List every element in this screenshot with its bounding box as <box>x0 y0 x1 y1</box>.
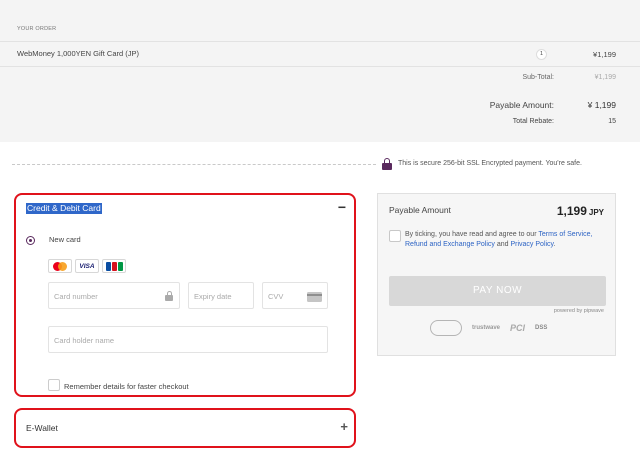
payable-amount-value: ¥ 1,199 <box>587 100 616 110</box>
pay-now-button[interactable]: PAY NOW <box>389 276 606 306</box>
total-rebate-label: Total Rebate: <box>512 118 554 125</box>
ewallet-label[interactable]: E-Wallet <box>26 423 58 433</box>
new-card-radio[interactable] <box>26 236 35 245</box>
visa-icon: VISA <box>75 259 99 273</box>
order-item-qty: 1 <box>536 49 547 60</box>
card-number-input[interactable]: Card number <box>48 282 180 309</box>
security-badges: trustwave PCI DSS <box>430 320 547 336</box>
secure-payment-text: This is secure 256-bit SSL Encrypted pay… <box>398 160 582 167</box>
secure-divider <box>12 164 376 165</box>
currency-code: JPY <box>588 208 604 217</box>
terms-text: By ticking, you have read and agree to o… <box>405 230 606 249</box>
divider <box>0 41 640 42</box>
mastercard-icon <box>48 259 72 273</box>
card-holder-placeholder: Card holder name <box>54 336 115 345</box>
card-number-placeholder: Card number <box>54 292 98 301</box>
order-summary: YOUR ORDER WebMoney 1,000YEN Gift Card (… <box>0 0 640 142</box>
expiry-date-input[interactable]: Expiry date <box>188 282 254 309</box>
subtotal-value: ¥1,199 <box>594 74 616 81</box>
expiry-date-placeholder: Expiry date <box>194 292 232 301</box>
cvv-placeholder: CVV <box>268 292 284 301</box>
terms-prefix: By ticking, you have read and agree to o… <box>405 231 539 238</box>
card-payment-section: Credit & Debit Card − New card VISA Card… <box>14 193 356 397</box>
terms-mid: and <box>494 240 511 248</box>
ewallet-section[interactable]: E-Wallet + <box>14 408 356 448</box>
payable-amount-label: Payable Amount: <box>489 100 554 110</box>
card-section-title[interactable]: Credit & Debit Card <box>26 203 102 214</box>
lock-icon <box>382 158 392 170</box>
lock-icon <box>165 291 173 301</box>
payment-panel: Payable Amount 1,199 JPY By ticking, you … <box>377 193 616 356</box>
total-rebate-value: 15 <box>608 118 616 125</box>
pci-logo: PCI <box>510 323 526 333</box>
subtotal-label: Sub-Total: <box>522 74 554 81</box>
order-item-price: ¥1,199 <box>593 50 616 59</box>
card-brands: VISA <box>48 259 126 273</box>
remember-details-label[interactable]: Remember details for faster checkout <box>64 382 189 391</box>
remember-details-checkbox[interactable] <box>48 379 60 391</box>
divider <box>0 66 640 67</box>
order-item-name: WebMoney 1,000YEN Gift Card (JP) <box>17 49 139 58</box>
jcb-icon <box>102 259 126 273</box>
dss-logo: DSS <box>535 325 548 331</box>
secure-seal-icon <box>430 320 462 336</box>
collapse-icon[interactable]: − <box>338 199 346 215</box>
cvv-input[interactable]: CVV <box>262 282 328 309</box>
order-title: YOUR ORDER <box>17 26 57 32</box>
card-holder-name-input[interactable]: Card holder name <box>48 326 328 353</box>
new-card-label[interactable]: New card <box>49 235 81 244</box>
powered-by-text: powered by pipwave <box>553 308 604 314</box>
payable-amount: 1,199 JPY <box>557 204 604 218</box>
privacy-policy-link[interactable]: Privacy Policy <box>510 241 553 248</box>
trustwave-badge: trustwave <box>472 325 501 331</box>
payable-amount-label: Payable Amount <box>389 205 451 215</box>
terms-suffix: . <box>553 240 556 248</box>
terms-checkbox[interactable] <box>389 230 401 242</box>
amount-value: 1,199 <box>556 204 587 218</box>
expand-icon[interactable]: + <box>340 419 348 434</box>
card-back-icon <box>307 292 322 302</box>
